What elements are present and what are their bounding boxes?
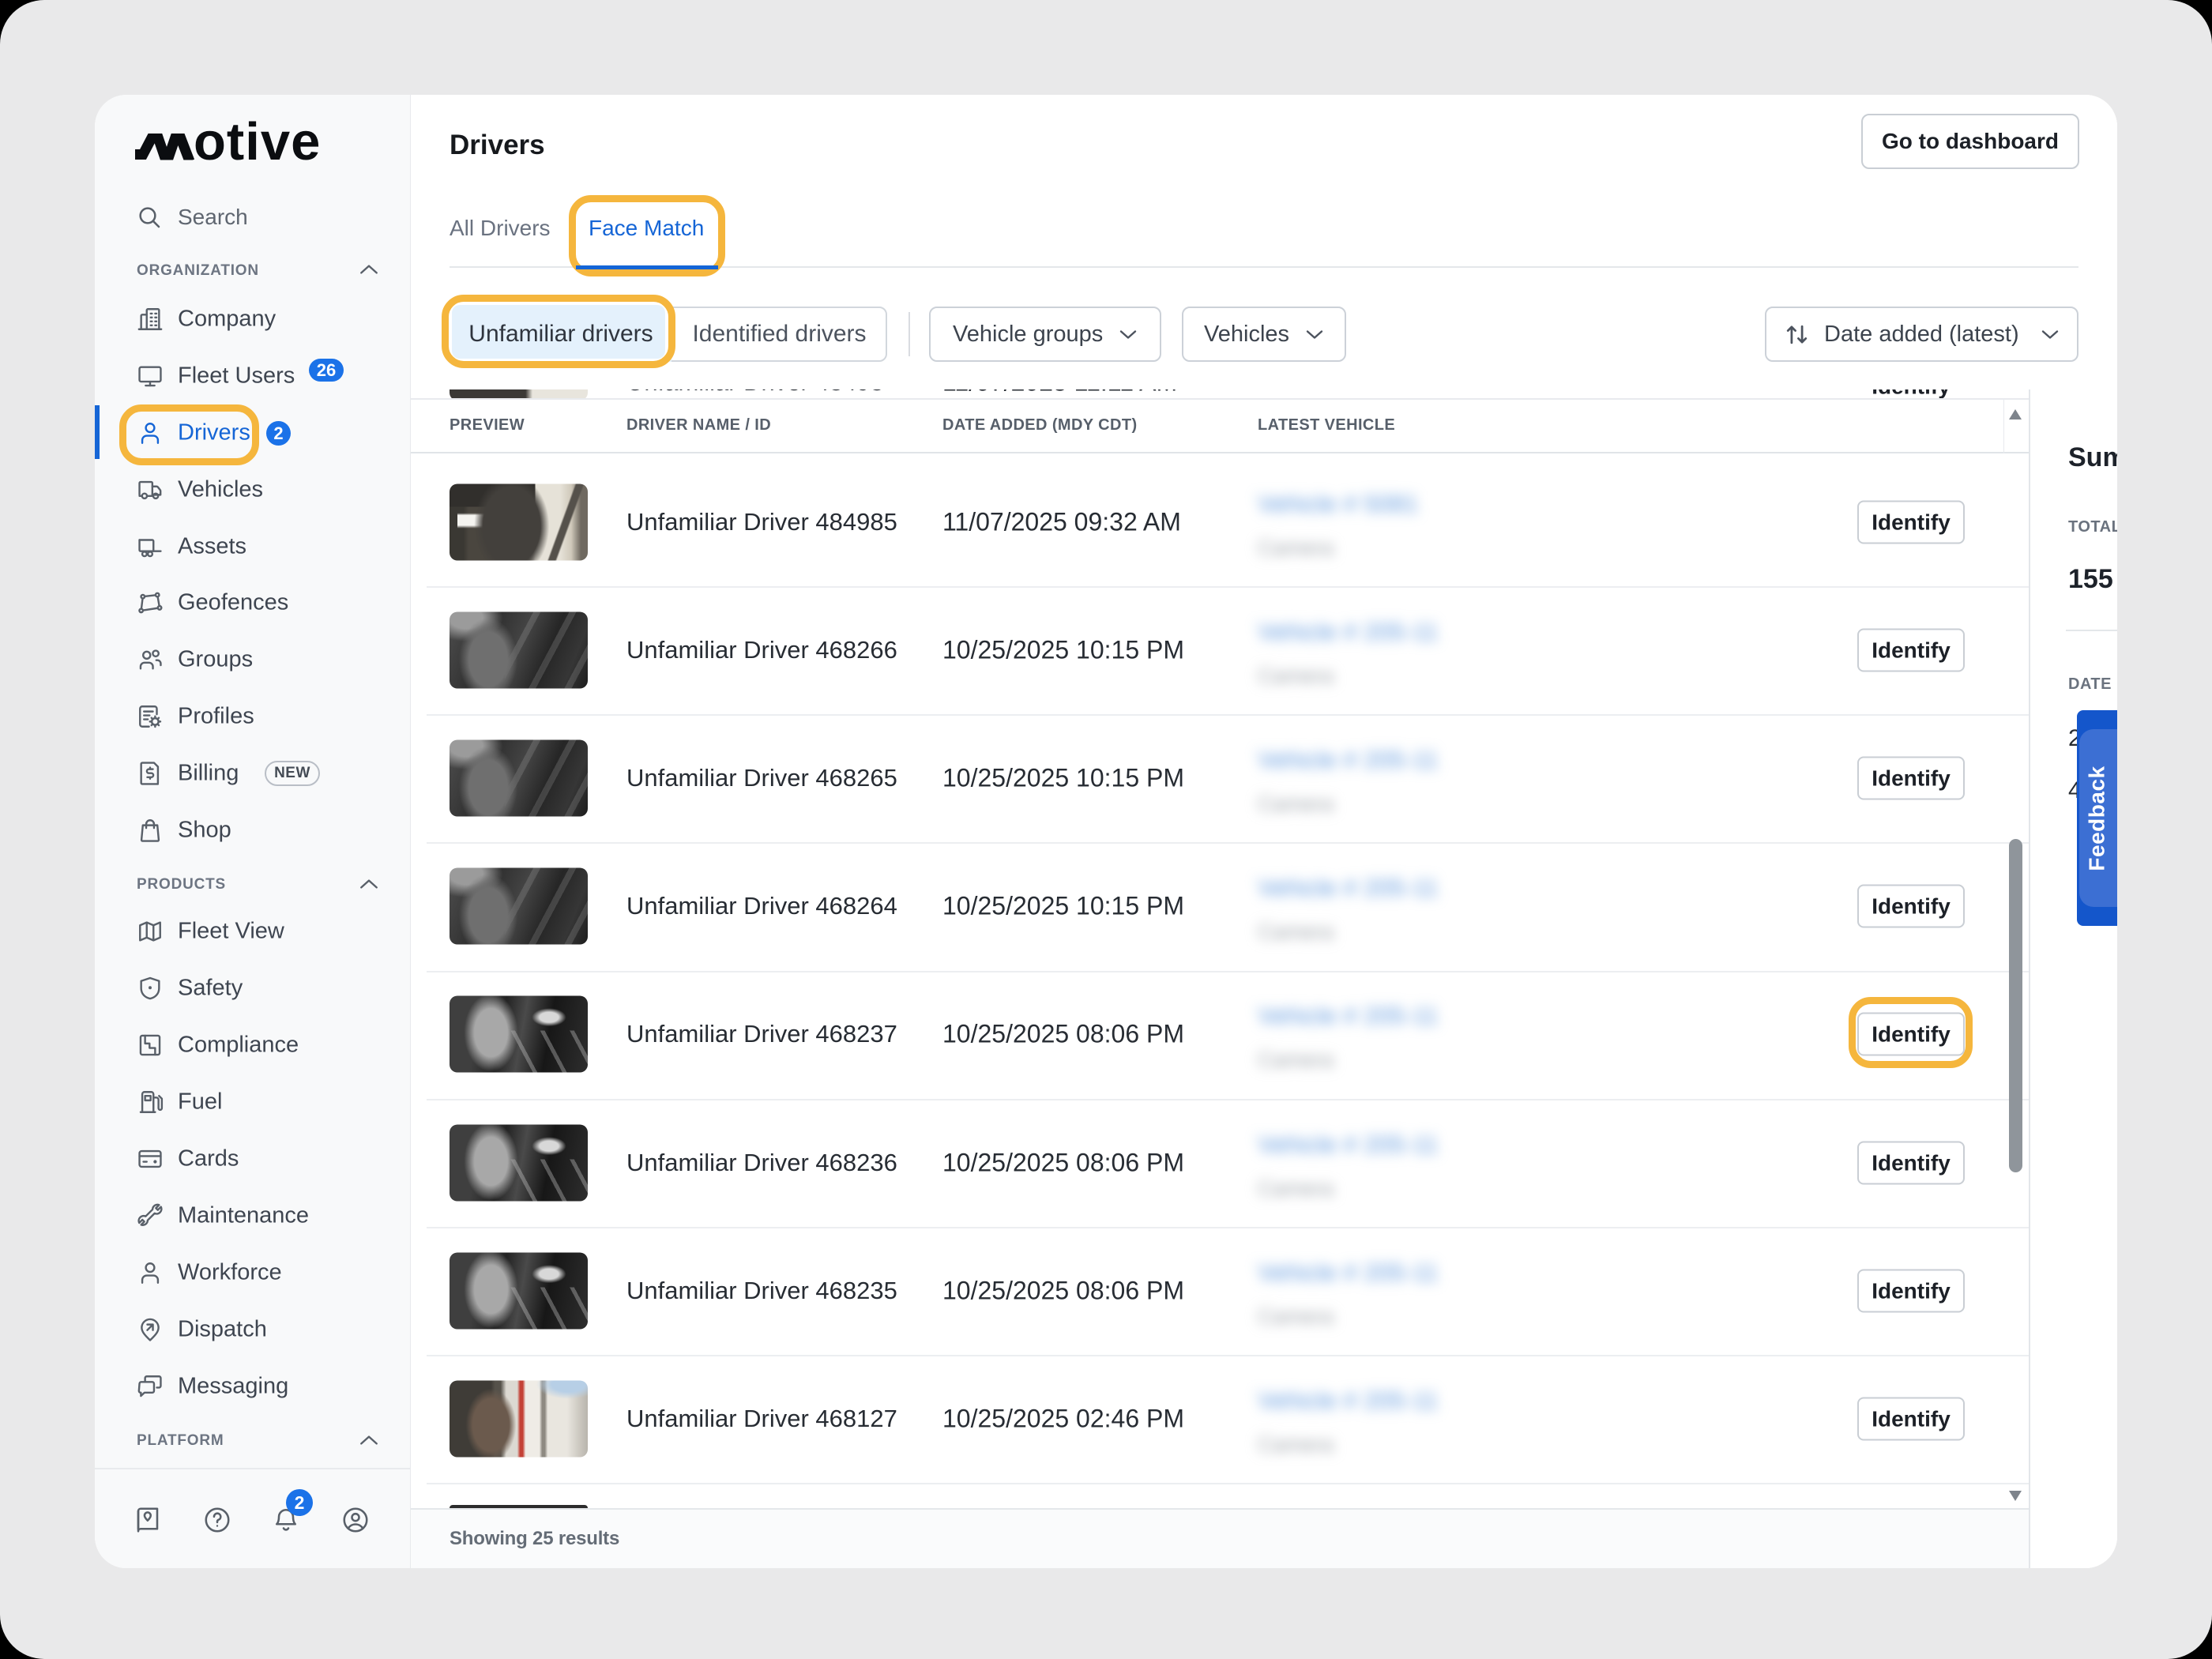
svg-text:otive: otive	[194, 118, 321, 161]
